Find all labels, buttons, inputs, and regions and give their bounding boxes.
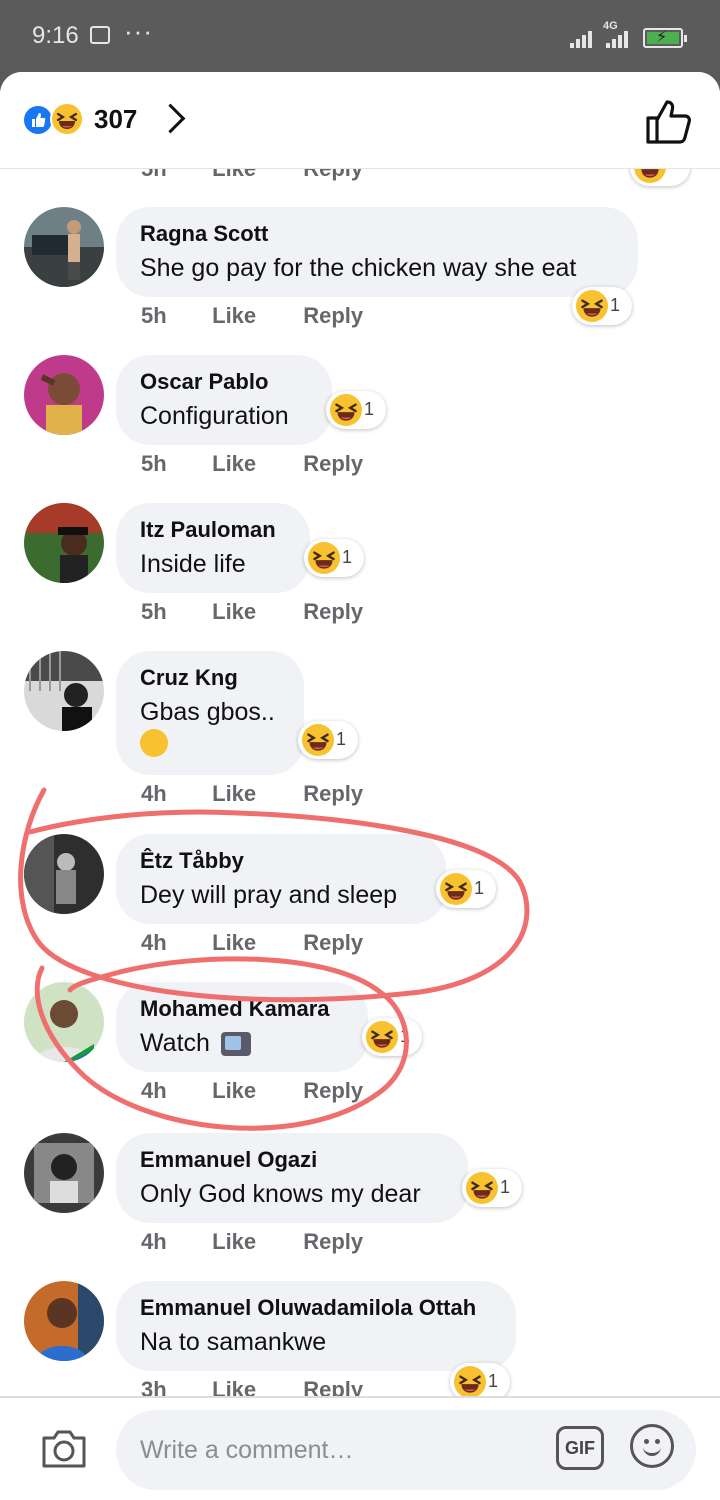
reply-link[interactable]: Reply (303, 599, 363, 625)
reactions-header: 307 (0, 72, 720, 169)
comment-meta: 5h Like Reply (141, 303, 363, 329)
comment-bubble[interactable]: Ragna Scott She go pay for the chicken w… (116, 207, 638, 297)
comments-sheet: 307 5h Like Reply Ragna Scott She go pay… (0, 72, 720, 1500)
comment-text: Only God knows my dear (140, 1180, 421, 1208)
like-link[interactable]: Like (212, 930, 297, 956)
avatar[interactable] (24, 503, 104, 583)
laughing-face-icon (330, 394, 362, 426)
reaction-count[interactable]: 307 (94, 104, 137, 135)
laughing-face-icon (576, 290, 608, 322)
like-link[interactable]: Like (212, 303, 297, 329)
avatar[interactable] (24, 982, 104, 1062)
signal-icon (570, 30, 594, 48)
comment-text: She go pay for the chicken way she eat (140, 254, 577, 282)
avatar[interactable] (24, 355, 104, 435)
laughing-face-icon (466, 1172, 498, 1204)
comment-input[interactable] (116, 1410, 696, 1490)
comment-text: Inside life (140, 550, 246, 578)
comment-bubble[interactable]: Mohamed Kamara Watch (116, 982, 368, 1072)
like-link[interactable]: Like (212, 1229, 297, 1255)
laughing-face-icon (440, 873, 472, 905)
comment-text: Gbas gbos.. (140, 698, 275, 726)
comment-text: Watch (140, 1026, 344, 1060)
image-notification-icon (90, 26, 110, 44)
avatar[interactable] (24, 207, 104, 287)
comment-meta: 5h Like Reply (141, 599, 363, 625)
comments-list: 5h Like Reply Ragna Scott She go pay for… (0, 72, 720, 1402)
comment-meta: 4h Like Reply (141, 1229, 363, 1255)
comment-text: Na to samankwe (140, 1328, 327, 1356)
more-notifications-icon: ··· (124, 16, 153, 46)
reply-link[interactable]: Reply (303, 1229, 363, 1255)
reaction-badge[interactable]: 1 (462, 1169, 522, 1207)
laughing-face-icon (302, 724, 334, 756)
comment-author[interactable]: Êtz Tåbby (140, 848, 422, 874)
reaction-badge[interactable]: 1 (326, 391, 386, 429)
comment-bubble[interactable]: Oscar Pablo Configuration (116, 355, 332, 445)
reaction-badge[interactable]: 1 (304, 539, 364, 577)
comment-author[interactable]: Ragna Scott (140, 221, 614, 247)
signal-2-icon (606, 30, 630, 48)
comment-time: 4h (141, 1229, 167, 1254)
like-link[interactable]: Like (212, 451, 297, 477)
avatar[interactable] (24, 651, 104, 731)
comment-text: Configuration (140, 402, 289, 430)
battery-icon: ⚡ (643, 28, 687, 48)
reaction-badge[interactable]: 1 (436, 870, 496, 908)
laughing-face-icon (366, 1021, 398, 1053)
comment-bubble[interactable]: Itz Pauloman Inside life (116, 503, 310, 593)
comment-time: 4h (141, 930, 167, 955)
comment-time: 5h (141, 303, 167, 328)
comment-author[interactable]: Cruz Kng (140, 665, 280, 691)
reaction-badge[interactable]: 1 (362, 1018, 422, 1056)
comment-bubble[interactable]: Emmanuel Ogazi Only God knows my dear (116, 1133, 468, 1223)
comment-author[interactable]: Emmanuel Oluwadamilola Ottah (140, 1295, 492, 1321)
like-link[interactable]: Like (212, 1078, 297, 1104)
avatar[interactable] (24, 834, 104, 914)
comment-time: 5h (141, 599, 167, 624)
avatar[interactable] (24, 1281, 104, 1361)
camera-icon[interactable] (40, 1428, 88, 1470)
like-link[interactable]: Like (212, 781, 297, 807)
comment-bubble[interactable]: Emmanuel Oluwadamilola Ottah Na to saman… (116, 1281, 516, 1371)
comment-bubble[interactable]: Cruz Kng Gbas gbos.. (116, 651, 304, 775)
comment-meta: 5h Like Reply (141, 451, 363, 477)
comment-composer: GIF (0, 1396, 720, 1500)
thumbs-up-icon[interactable] (644, 98, 694, 146)
comment-author[interactable]: Emmanuel Ogazi (140, 1147, 444, 1173)
laughing-face-icon (308, 542, 340, 574)
comment-time: 4h (141, 1078, 167, 1103)
status-bar: 9:16 ··· 4G ⚡ (0, 0, 720, 72)
comment-text: Dey will pray and sleep (140, 881, 398, 909)
gif-icon[interactable]: GIF (556, 1426, 604, 1470)
smiley-icon[interactable] (630, 1424, 674, 1468)
comment-meta: 4h Like Reply (141, 781, 363, 807)
comment-time: 4h (141, 781, 167, 806)
laughing-face-icon[interactable] (50, 102, 84, 136)
reaction-badge[interactable]: 1 (298, 721, 358, 759)
comment-author[interactable]: Itz Pauloman (140, 517, 286, 543)
chevron-right-icon[interactable] (155, 103, 186, 134)
reply-link[interactable]: Reply (303, 1078, 363, 1104)
thinking-face-icon (140, 729, 168, 757)
reply-link[interactable]: Reply (303, 781, 363, 807)
comment-author[interactable]: Oscar Pablo (140, 369, 308, 395)
comment-bubble[interactable]: Êtz Tåbby Dey will pray and sleep (116, 834, 446, 924)
reaction-badge[interactable]: 1 (572, 287, 632, 325)
like-link[interactable]: Like (212, 599, 297, 625)
reply-link[interactable]: Reply (303, 930, 363, 956)
comment-time: 5h (141, 451, 167, 476)
reply-link[interactable]: Reply (303, 451, 363, 477)
comment-meta: 4h Like Reply (141, 1078, 363, 1104)
laughing-face-icon (454, 1366, 486, 1398)
comment-author[interactable]: Mohamed Kamara (140, 996, 344, 1022)
avatar[interactable] (24, 1133, 104, 1213)
reply-link[interactable]: Reply (303, 303, 363, 329)
television-icon (220, 1032, 251, 1057)
comment-meta: 4h Like Reply (141, 930, 363, 956)
status-time: 9:16 (32, 22, 79, 49)
